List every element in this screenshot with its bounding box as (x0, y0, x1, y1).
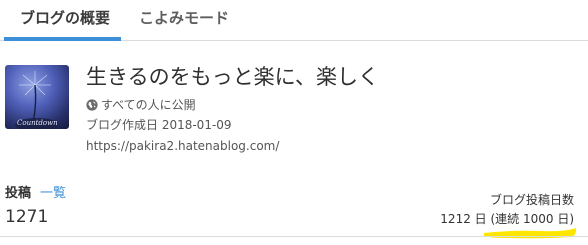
tab-bar: ブログの概要 こよみモード (0, 0, 588, 41)
posts-label: 投稿 (5, 186, 32, 201)
posting-days-value: 1212 日 (連続 1000 日) (440, 212, 574, 226)
tab-calendar-mode[interactable]: こよみモード (139, 8, 229, 32)
visibility-row: すべての人に公開 (86, 97, 196, 113)
globe-icon (86, 99, 98, 111)
thumbnail-caption: Countdown (17, 119, 58, 127)
visibility-label: すべての人に公開 (101, 98, 196, 112)
tab-blog-overview[interactable]: ブログの概要 (20, 8, 110, 32)
blog-overview-page: ブログの概要 こよみモード Countdown 生きるのをもっと楽に、楽しく す… (0, 0, 588, 245)
created-date: ブログ作成日 2018-01-09 (86, 118, 232, 132)
divider (0, 236, 588, 237)
blog-title[interactable]: 生きるのをもっと楽に、楽しく (86, 64, 379, 90)
blog-url[interactable]: https://pakira2.hatenablog.com/ (86, 138, 279, 154)
posts-list-link[interactable]: 一覧 (40, 186, 66, 202)
post-count: 1271 (5, 207, 49, 227)
active-tab-indicator (4, 37, 121, 41)
posting-days-label: ブログ投稿日数 (489, 193, 574, 207)
blog-thumbnail[interactable]: Countdown (5, 65, 69, 129)
